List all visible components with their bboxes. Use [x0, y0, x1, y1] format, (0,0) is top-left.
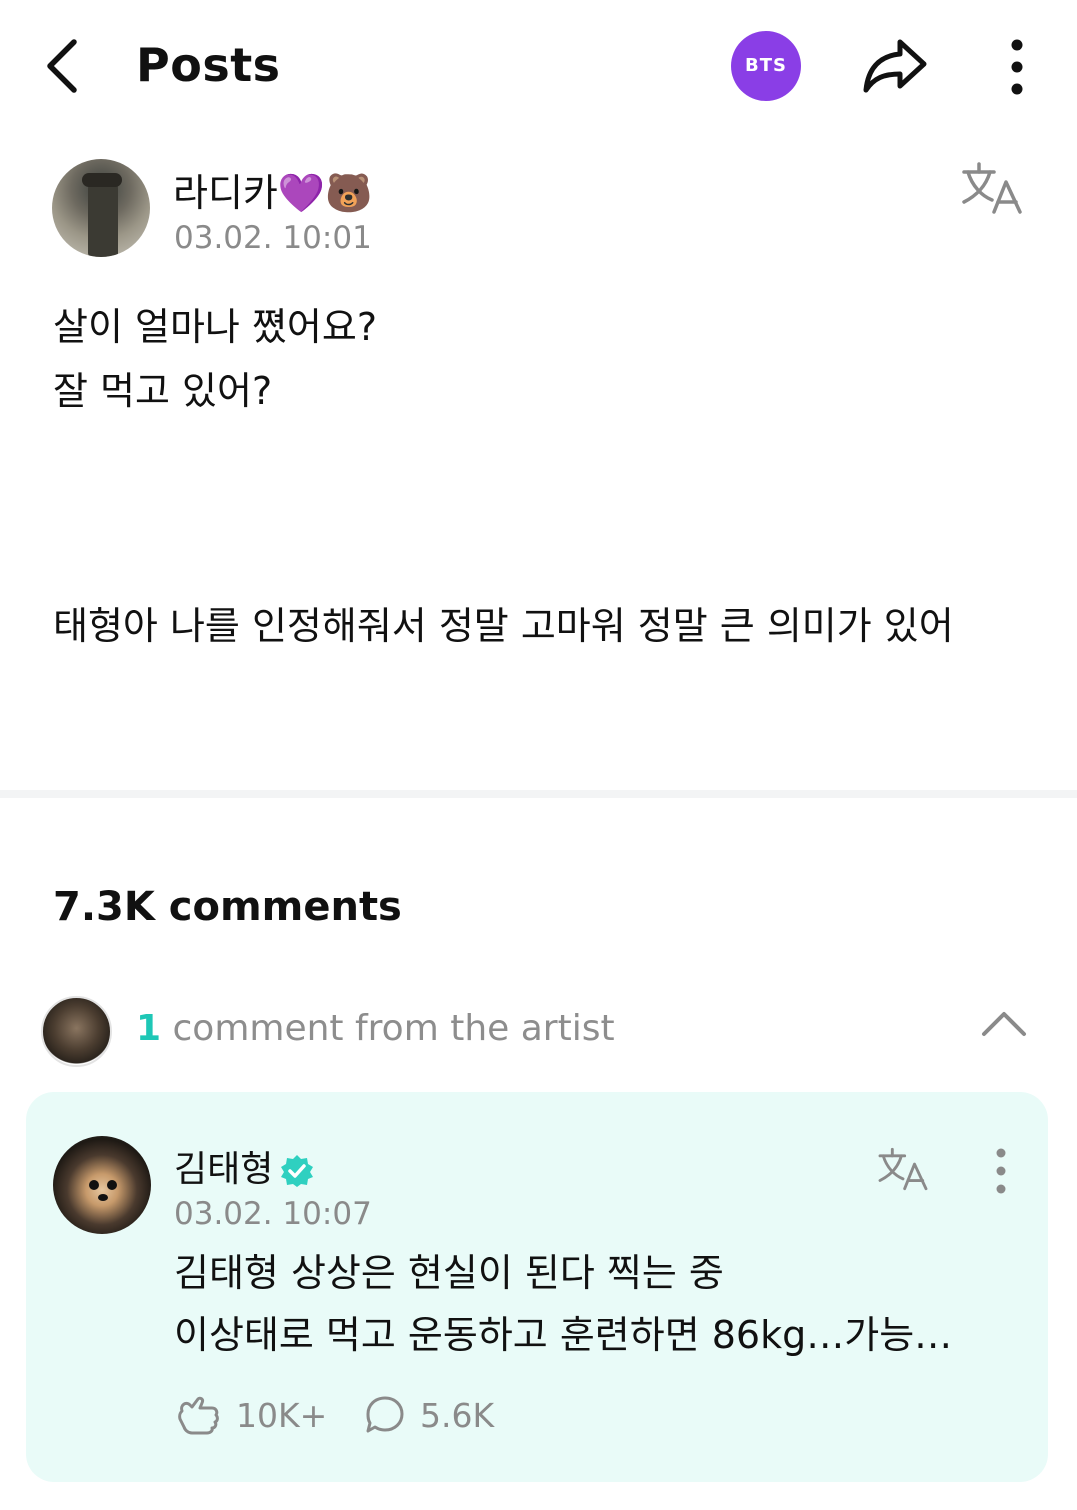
avatar-eye: [107, 1180, 117, 1190]
translate-button[interactable]: [960, 160, 1024, 216]
artist-comments-label: 1 comment from the artist: [136, 1008, 615, 1049]
chevron-up-icon: [982, 1012, 1026, 1036]
avatar-eye: [89, 1180, 99, 1190]
vertical-dots-icon: [996, 1148, 1006, 1194]
share-button[interactable]: [860, 34, 932, 98]
artist-comments-text: comment from the artist: [161, 1008, 615, 1049]
comment-body-line: 김태형 상상은 현실이 된다 찍는 중: [174, 1251, 724, 1295]
post-body-line: 태형아 나를 인정해줘서 정말 고마워 정말 큰 의미가 있어: [53, 604, 954, 648]
chevron-left-icon: [47, 39, 77, 93]
comment-timestamp: 03.02. 10:07: [174, 1196, 372, 1232]
collapse-button[interactable]: [980, 1008, 1028, 1038]
comment-body: 김태형 상상은 현실이 된다 찍는 중 이상태로 먹고 운동하고 훈련하면 86…: [174, 1242, 952, 1366]
more-options-button[interactable]: [1000, 36, 1034, 98]
vertical-dots-icon: [1011, 39, 1023, 95]
comment-author[interactable]: 김태형: [174, 1140, 315, 1192]
post-body-line: 잘 먹고 있어?: [53, 369, 273, 413]
like-count: 10K+: [236, 1395, 328, 1435]
reply-count: 5.6K: [420, 1395, 495, 1435]
comment-author-name: 김태형: [174, 1149, 274, 1190]
post-author-name[interactable]: 라디카💜🐻: [173, 162, 373, 217]
comment-bubble-icon: [366, 1396, 404, 1433]
artist-comments-count: 1: [136, 1008, 162, 1049]
artist-avatar[interactable]: [53, 1136, 151, 1234]
post-body-line: 살이 얼마나 쪘어요?: [53, 305, 378, 349]
back-button[interactable]: [40, 36, 88, 96]
post-body: 살이 얼마나 쪘어요? 잘 먹고 있어?: [53, 295, 377, 423]
share-icon: [863, 39, 927, 93]
section-divider: [0, 790, 1077, 798]
reply-button[interactable]: 5.6K: [364, 1394, 494, 1436]
artist-comment-card[interactable]: 김태형 03.02. 10:07 김태형 상상은 현실이 된다 찍는 중 이상태…: [26, 1092, 1048, 1482]
artist-comments-toggle[interactable]: 1 comment from the artist: [40, 994, 1077, 1070]
translate-icon: [878, 1147, 928, 1191]
verified-badge-icon: [281, 1155, 314, 1187]
top-app-bar: Posts BTS: [0, 0, 1077, 130]
translate-icon: [962, 162, 1022, 214]
like-button[interactable]: 10K+: [176, 1394, 327, 1436]
avatar-hat: [82, 173, 122, 187]
comment-more-button[interactable]: [990, 1148, 1012, 1194]
page-title: Posts: [136, 38, 281, 92]
comment-body-line: 이상태로 먹고 운동하고 훈련하면 86kg…가능…: [174, 1313, 953, 1357]
post-author-avatar[interactable]: [52, 159, 150, 257]
artist-avatar-thumbnail: [41, 996, 112, 1067]
community-badge[interactable]: BTS: [731, 31, 801, 101]
post-timestamp: 03.02. 10:01: [174, 220, 372, 256]
like-icon: [178, 1396, 219, 1435]
comment-translate-button[interactable]: [874, 1146, 932, 1192]
avatar-figure: [88, 175, 118, 257]
comments-count: 7.3K comments: [53, 884, 402, 930]
avatar-nose: [98, 1194, 108, 1201]
